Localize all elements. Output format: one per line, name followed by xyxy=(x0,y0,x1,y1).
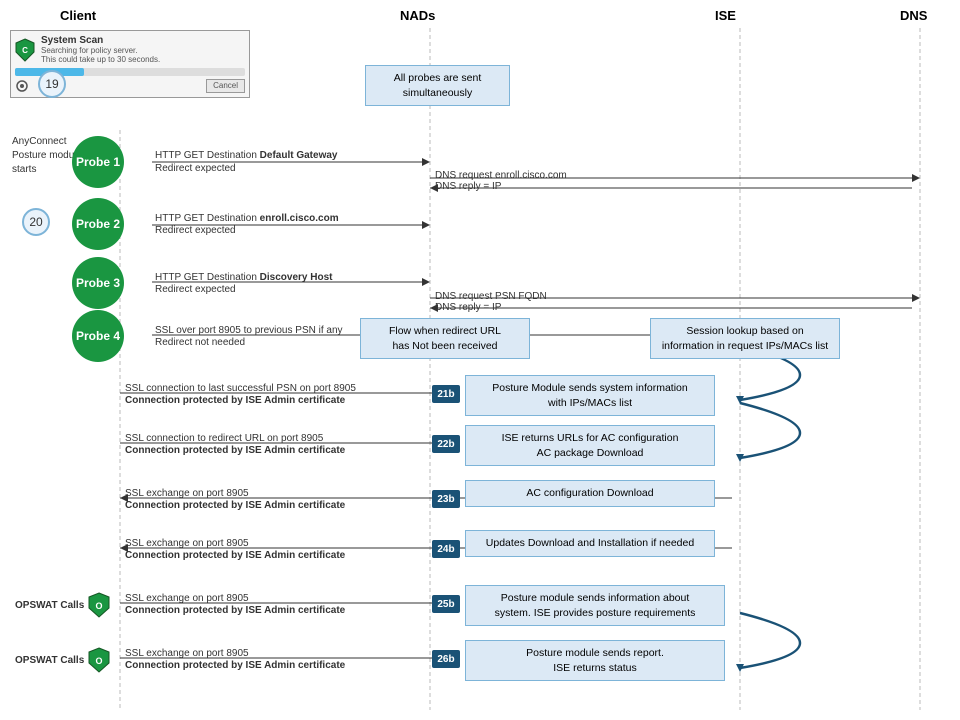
probe-4-redirect-text: Redirect not needed xyxy=(155,337,245,348)
anyconnect-sub: Searching for policy server.This could t… xyxy=(41,46,160,64)
step-24b-arrow-text: SSL exchange on port 8905 xyxy=(125,538,249,549)
step-21b-cert-text: Connection protected by ISE Admin certif… xyxy=(125,395,345,406)
step-20-label: 20 xyxy=(29,215,42,229)
dns-header: DNS xyxy=(900,8,927,23)
probe-3-redirect-text: Redirect expected xyxy=(155,284,236,295)
cisco-shield-icon: C xyxy=(15,38,35,62)
probe-1-label: Probe 1 xyxy=(76,155,120,169)
probe-3-circle: Probe 3 xyxy=(72,257,124,309)
step-23b-box: AC configuration Download xyxy=(465,480,715,507)
step-21b-box: Posture Module sends system informationw… xyxy=(465,375,715,416)
svg-text:O: O xyxy=(96,601,103,611)
svg-text:C: C xyxy=(22,46,28,55)
step-22b-box: ISE returns URLs for AC configurationAC … xyxy=(465,425,715,466)
step-22b-cert-text: Connection protected by ISE Admin certif… xyxy=(125,445,345,456)
all-probes-box: All probes are sent simultaneously xyxy=(365,65,510,106)
flow-redirect-box: Flow when redirect URLhas Not been recei… xyxy=(360,318,530,359)
step-24b-label: 24b xyxy=(432,540,460,558)
probe-1-arrow-text: HTTP GET Destination Default Gateway xyxy=(155,150,337,161)
opswat-shield-icon-2: O xyxy=(88,647,110,673)
probe-4-label: Probe 4 xyxy=(76,329,120,343)
probe-1-dns-rep: DNS reply = IP xyxy=(435,181,501,192)
step-26b-cert-text: Connection protected by ISE Admin certif… xyxy=(125,660,345,671)
probe-3-dns-req: DNS request PSN FQDN xyxy=(435,291,547,302)
step-25b-label: 25b xyxy=(432,595,460,613)
session-lookup-box: Session lookup based oninformation in re… xyxy=(650,318,840,359)
step-21b-label: 21b xyxy=(432,385,460,403)
step-19-label: 19 xyxy=(45,77,58,91)
all-probes-text: All probes are sent simultaneously xyxy=(394,72,482,99)
probe-2-circle: Probe 2 xyxy=(72,198,124,250)
probe-4-arrow-text: SSL over port 8905 to previous PSN if an… xyxy=(155,325,343,336)
probe-3-arrow-text: HTTP GET Destination Discovery Host xyxy=(155,272,332,283)
step-24b-cert-text: Connection protected by ISE Admin certif… xyxy=(125,550,345,561)
step-26b-arrow-text: SSL exchange on port 8905 xyxy=(125,648,249,659)
step-25b-arrow-text: SSL exchange on port 8905 xyxy=(125,593,249,604)
step-23b-arrow-text: SSL exchange on port 8905 xyxy=(125,488,249,499)
opswat-calls-1: OPSWAT Calls O xyxy=(15,592,110,618)
step-22b-arrow-text: SSL connection to redirect URL on port 8… xyxy=(125,433,323,444)
settings-icon xyxy=(15,79,29,93)
probe-1-dns-req: DNS request enroll.cisco.com xyxy=(435,170,567,181)
probe-2-label: Probe 2 xyxy=(76,217,120,231)
client-header: Client xyxy=(60,8,96,23)
probe-1-circle: Probe 1 xyxy=(72,136,124,188)
step-19-bubble: 19 xyxy=(38,70,66,98)
step-20-bubble: 20 xyxy=(22,208,50,236)
step-22b-label: 22b xyxy=(432,435,460,453)
step-23b-cert-text: Connection protected by ISE Admin certif… xyxy=(125,500,345,511)
probe-1-redirect-text: Redirect expected xyxy=(155,163,236,174)
step-26b-label: 26b xyxy=(432,650,460,668)
step-21b-arrow-text: SSL connection to last successful PSN on… xyxy=(125,383,356,394)
probe-2-arrow-text: HTTP GET Destination enroll.cisco.com xyxy=(155,213,339,224)
anyconnect-title: System Scan xyxy=(41,35,160,46)
probe-3-dns-rep: DNS reply = IP xyxy=(435,302,501,313)
cancel-button[interactable]: Cancel xyxy=(206,79,245,93)
step-25b-cert-text: Connection protected by ISE Admin certif… xyxy=(125,605,345,616)
step-25b-box: Posture module sends information aboutsy… xyxy=(465,585,725,626)
probe-3-label: Probe 3 xyxy=(76,276,120,290)
opswat-calls-2: OPSWAT Calls O xyxy=(15,647,110,673)
opswat-shield-icon-1: O xyxy=(88,592,110,618)
svg-text:O: O xyxy=(96,656,103,666)
probe-2-redirect-text: Redirect expected xyxy=(155,225,236,236)
probe-4-circle: Probe 4 xyxy=(72,310,124,362)
step-24b-box: Updates Download and Installation if nee… xyxy=(465,530,715,557)
ise-header: ISE xyxy=(715,8,736,23)
nads-header: NADs xyxy=(400,8,435,23)
step-23b-label: 23b xyxy=(432,490,460,508)
step-26b-box: Posture module sends report.ISE returns … xyxy=(465,640,725,681)
